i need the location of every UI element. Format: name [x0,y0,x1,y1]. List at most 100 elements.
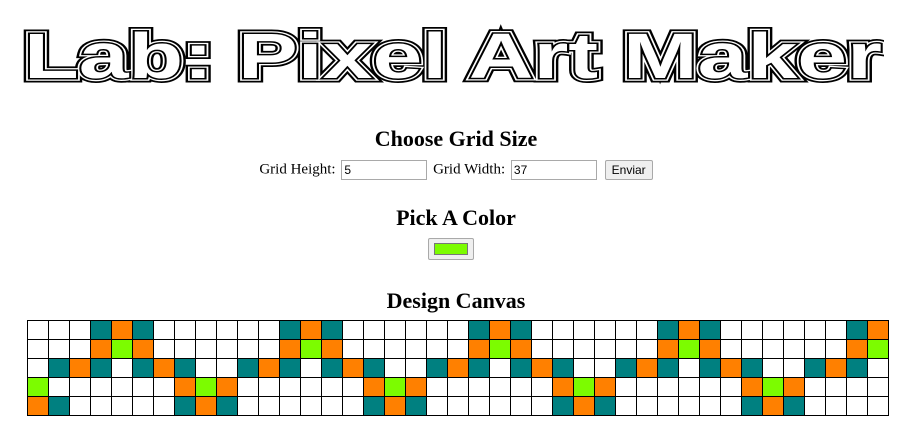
pixel-cell[interactable] [27,396,49,416]
pixel-cell[interactable] [552,320,574,340]
pixel-cell[interactable] [741,358,763,378]
pixel-cell[interactable] [720,377,742,397]
pixel-cell[interactable] [216,339,238,359]
pixel-cell[interactable] [468,396,490,416]
pixel-cell[interactable] [615,320,637,340]
pixel-cell[interactable] [279,358,301,378]
pixel-cell[interactable] [531,358,553,378]
pixel-cell[interactable] [321,320,343,340]
pixel-cell[interactable] [342,377,364,397]
pixel-cell[interactable] [825,339,847,359]
pixel-cell[interactable] [804,377,826,397]
pixel-cell[interactable] [237,358,259,378]
pixel-cell[interactable] [594,320,616,340]
pixel-cell[interactable] [426,339,448,359]
pixel-cell[interactable] [426,358,448,378]
pixel-cell[interactable] [321,377,343,397]
pixel-cell[interactable] [510,358,532,378]
pixel-cell[interactable] [699,377,721,397]
pixel-cell[interactable] [195,339,217,359]
pixel-cell[interactable] [405,396,427,416]
pixel-cell[interactable] [846,396,868,416]
pixel-cell[interactable] [48,358,70,378]
pixel-cell[interactable] [258,339,280,359]
pixel-cell[interactable] [825,320,847,340]
pixel-cell[interactable] [237,320,259,340]
pixel-cell[interactable] [216,358,238,378]
pixel-cell[interactable] [342,320,364,340]
pixel-cell[interactable] [468,377,490,397]
pixel-cell[interactable] [48,377,70,397]
pixel-cell[interactable] [657,396,679,416]
pixel-cell[interactable] [216,396,238,416]
pixel-cell[interactable] [405,358,427,378]
pixel-cell[interactable] [111,396,133,416]
pixel-cell[interactable] [741,320,763,340]
pixel-cell[interactable] [258,377,280,397]
pixel-cell[interactable] [510,396,532,416]
pixel-cell[interactable] [846,358,868,378]
pixel-cell[interactable] [363,320,385,340]
pixel-cell[interactable] [594,358,616,378]
pixel-cell[interactable] [195,320,217,340]
pixel-cell[interactable] [279,339,301,359]
submit-button[interactable]: Enviar [604,159,653,180]
pixel-cell[interactable] [552,396,574,416]
pixel-cell[interactable] [678,396,700,416]
pixel-cell[interactable] [342,396,364,416]
pixel-cell[interactable] [195,396,217,416]
pixel-cell[interactable] [384,377,406,397]
pixel-cell[interactable] [447,339,469,359]
pixel-cell[interactable] [468,320,490,340]
pixel-cell[interactable] [69,377,91,397]
pixel-cell[interactable] [405,320,427,340]
pixel-cell[interactable] [174,339,196,359]
pixel-cell[interactable] [762,339,784,359]
pixel-cell[interactable] [27,377,49,397]
pixel-cell[interactable] [741,396,763,416]
pixel-cell[interactable] [762,377,784,397]
pixel-cell[interactable] [111,358,133,378]
pixel-cell[interactable] [279,320,301,340]
pixel-cell[interactable] [636,320,658,340]
pixel-cell[interactable] [720,358,742,378]
pixel-cell[interactable] [510,377,532,397]
pixel-cell[interactable] [300,339,322,359]
color-picker-input[interactable] [428,238,474,260]
pixel-cell[interactable] [783,339,805,359]
pixel-cell[interactable] [132,396,154,416]
pixel-cell[interactable] [825,358,847,378]
pixel-cell[interactable] [90,320,112,340]
pixel-cell[interactable] [174,320,196,340]
pixel-cell[interactable] [636,377,658,397]
pixel-cell[interactable] [426,396,448,416]
pixel-cell[interactable] [699,396,721,416]
pixel-cell[interactable] [363,377,385,397]
pixel-cell[interactable] [783,377,805,397]
pixel-cell[interactable] [678,339,700,359]
pixel-cell[interactable] [762,320,784,340]
pixel-cell[interactable] [195,377,217,397]
pixel-cell[interactable] [531,377,553,397]
pixel-cell[interactable] [132,320,154,340]
pixel-cell[interactable] [384,358,406,378]
pixel-cell[interactable] [174,358,196,378]
pixel-cell[interactable] [804,396,826,416]
pixel-cell[interactable] [678,320,700,340]
pixel-cell[interactable] [489,320,511,340]
pixel-cell[interactable] [363,339,385,359]
pixel-cell[interactable] [69,396,91,416]
pixel-cell[interactable] [27,320,49,340]
pixel-cell[interactable] [426,320,448,340]
pixel-cell[interactable] [615,358,637,378]
pixel-cell[interactable] [741,339,763,359]
pixel-cell[interactable] [69,358,91,378]
pixel-cell[interactable] [573,358,595,378]
pixel-cell[interactable] [615,377,637,397]
pixel-cell[interactable] [636,339,658,359]
pixel-cell[interactable] [195,358,217,378]
pixel-cell[interactable] [552,339,574,359]
pixel-cell[interactable] [489,396,511,416]
pixel-cell[interactable] [783,320,805,340]
pixel-cell[interactable] [825,396,847,416]
